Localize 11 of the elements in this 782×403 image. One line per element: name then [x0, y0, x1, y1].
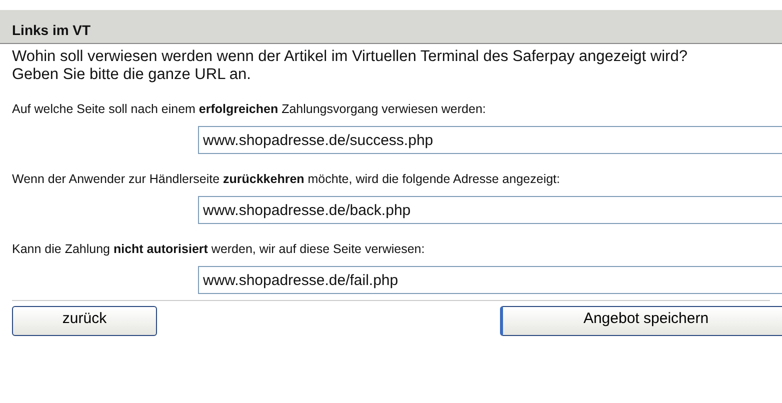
section-title: Links im VT — [12, 22, 91, 38]
intro-text: Geben Sie bitte die ganze URL an. — [12, 66, 252, 84]
url-field[interactable]: www.shopadresse.de/fail.php — [198, 266, 782, 294]
url-field[interactable]: www.shopadresse.de/back.php — [198, 196, 782, 224]
url-field[interactable]: www.shopadresse.de/success.php — [198, 126, 782, 154]
field-label: Wenn der Anwender zur Händlerseite zurückkehren möchte, wird die folgende Adresse angezeigt: — [11, 172, 561, 186]
back-button[interactable]: zurück — [12, 306, 157, 336]
field-label: Kann die Zahlung nicht autorisiert werden, wir auf diese Seite verwiesen: — [11, 242, 426, 256]
intro-text: Wohin soll verwiesen werden wenn der Artikel im Virtuellen Terminal des Saferpay angezeigt wird? — [12, 48, 688, 66]
save-button[interactable]: Angebot speichern — [500, 306, 782, 336]
field-label: Auf welche Seite soll nach einem erfolgreichen Zahlungsvorgang verwiesen werden: — [11, 102, 487, 116]
